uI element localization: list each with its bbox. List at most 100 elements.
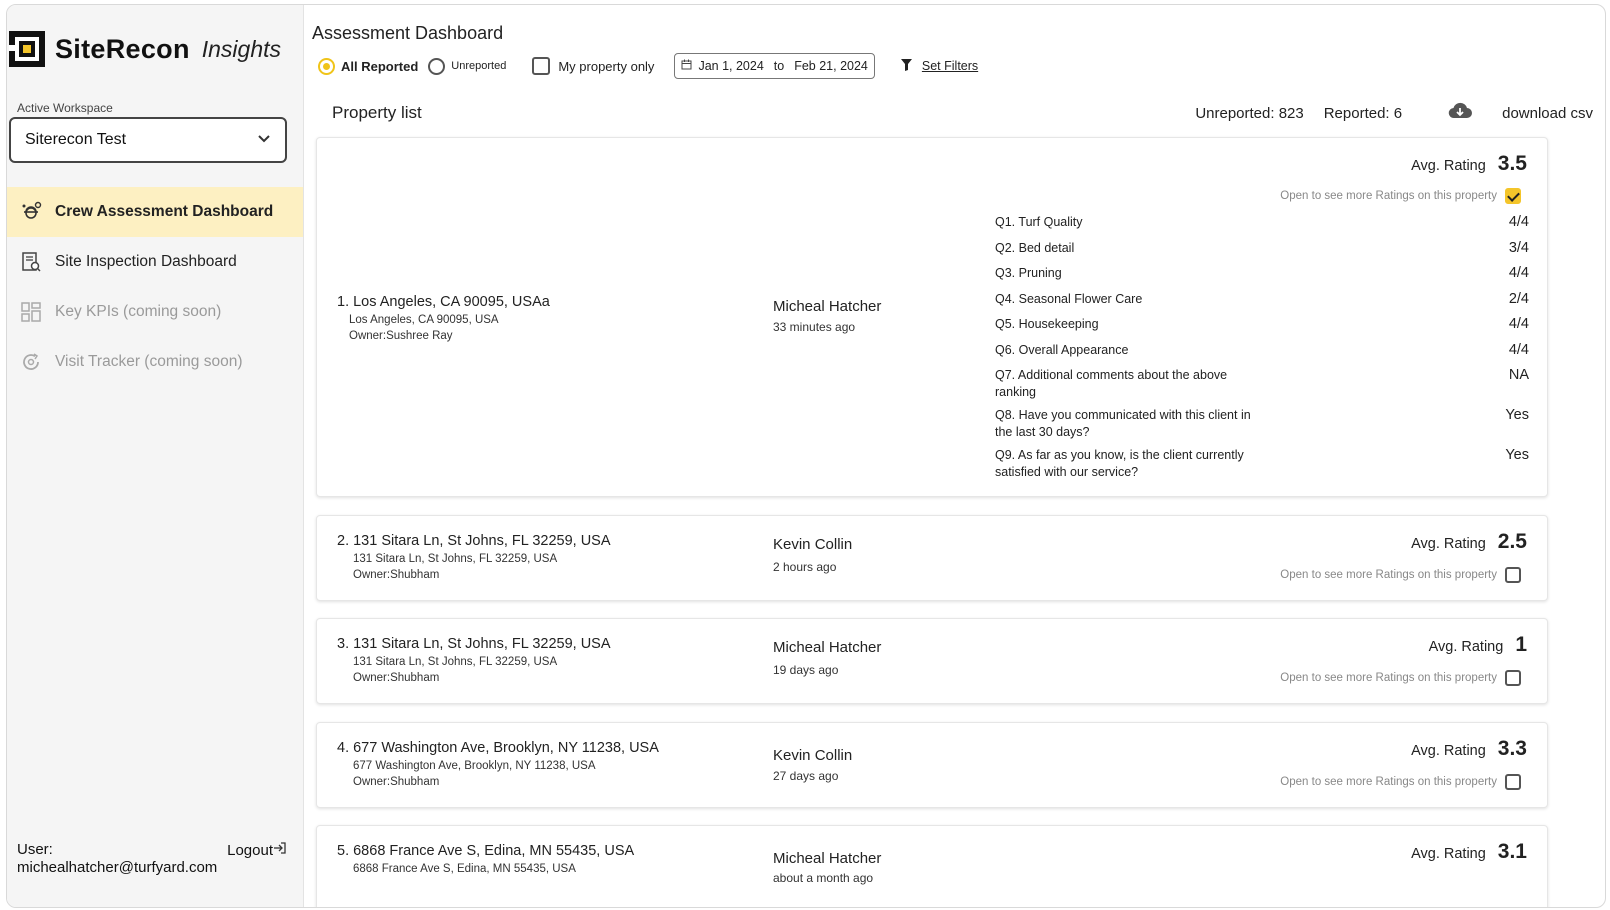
property-card[interactable]: 5. 6868 France Ave S, Edina, MN 55435, U… xyxy=(316,825,1548,907)
expand-ratings-checkbox[interactable] xyxy=(1505,567,1521,583)
avg-rating: Avg. Rating 3.1 xyxy=(1411,840,1527,864)
sidebar-item-visit-tracker[interactable]: Visit Tracker (coming soon) xyxy=(7,337,303,387)
set-filters-button[interactable]: Set Filters xyxy=(900,58,979,74)
radio-unreported[interactable] xyxy=(428,57,446,75)
question-row: Q4. Seasonal Flower Care 2/4 xyxy=(995,291,1529,317)
question-score: Yes xyxy=(1505,407,1529,423)
report-counts: Unreported: 823 Reported: 6 download csv xyxy=(1175,102,1593,124)
download-csv-button[interactable]: download csv xyxy=(1428,102,1593,124)
crew-name: Kevin Collin xyxy=(773,747,853,764)
user-email: michealhatcher@turfyard.com xyxy=(17,859,218,876)
expand-ratings-checkbox[interactable] xyxy=(1505,188,1521,204)
open-ratings-label: Open to see more Ratings on this propert… xyxy=(1280,569,1497,581)
property-title: 2. 131 Sitara Ln, St Johns, FL 32259, US… xyxy=(337,533,611,549)
open-ratings-label: Open to see more Ratings on this propert… xyxy=(1280,190,1497,202)
property-card[interactable]: 2. 131 Sitara Ln, St Johns, FL 32259, US… xyxy=(316,515,1548,601)
crew-name: Micheal Hatcher xyxy=(773,639,882,656)
crew-name: Micheal Hatcher xyxy=(773,298,882,315)
avg-rating-label: Avg. Rating xyxy=(1411,158,1486,174)
radio-unreported-label: Unreported xyxy=(451,60,507,72)
sidebar-item-label: Visit Tracker (coming soon) xyxy=(55,353,243,370)
download-csv-label: download csv xyxy=(1502,104,1593,122)
date-from: Jan 1, 2024 xyxy=(698,59,764,73)
avg-rating-label: Avg. Rating xyxy=(1411,536,1486,552)
page-title: Assessment Dashboard xyxy=(312,23,504,43)
question-row: Q9. As far as you know, is the client cu… xyxy=(995,447,1529,487)
property-list-title: Property list xyxy=(332,103,422,122)
avg-rating-value: 2.5 xyxy=(1497,530,1527,553)
avg-rating-value: 3.3 xyxy=(1497,737,1527,760)
brand-name: SiteRecon xyxy=(55,33,190,64)
radio-all-reported[interactable] xyxy=(318,57,335,75)
date-to: Feb 21, 2024 xyxy=(794,59,868,73)
inspection-icon xyxy=(19,250,43,274)
my-property-checkbox[interactable] xyxy=(532,57,551,75)
open-ratings-row: Open to see more Ratings on this propert… xyxy=(1280,567,1521,583)
sidebar-item-label: Site Inspection Dashboard xyxy=(55,253,237,270)
question-list: Q1. Turf Quality 4/4 Q2. Bed detail 3/4 Q3… xyxy=(995,214,1529,487)
siterecon-logo-icon xyxy=(9,31,45,67)
question-score: 2/4 xyxy=(1508,290,1529,307)
avg-rating: Avg. Rating 1 xyxy=(1429,633,1527,657)
property-address: 677 Washington Ave, Brooklyn, NY 11238, … xyxy=(353,760,596,772)
brand-subtitle: Insights xyxy=(201,35,281,62)
open-ratings-label: Open to see more Ratings on this propert… xyxy=(1280,672,1497,684)
open-ratings-row: Open to see more Ratings on this propert… xyxy=(1280,188,1521,204)
property-card[interactable]: 1. Los Angeles, CA 90095, USAa Los Angel… xyxy=(316,137,1548,497)
workspace-select[interactable]: Siterecon Test xyxy=(9,117,287,163)
sidebar-item-key-kpis[interactable]: Key KPIs (coming soon) xyxy=(7,287,303,337)
sidebar: SiteRecon Insights Active Workspace Site… xyxy=(7,5,304,907)
property-title: 1. Los Angeles, CA 90095, USAa xyxy=(337,294,550,310)
question-row: Q7. Additional comments about the above … xyxy=(995,367,1529,407)
logout-button[interactable]: Logout xyxy=(227,841,287,859)
avg-rating-label: Avg. Rating xyxy=(1411,846,1486,862)
assessment-time: 2 hours ago xyxy=(773,560,837,574)
filter-icon xyxy=(900,58,912,74)
question-score: 3/4 xyxy=(1508,239,1529,256)
sidebar-item-site-inspection[interactable]: Site Inspection Dashboard xyxy=(7,237,303,287)
avg-rating-label: Avg. Rating xyxy=(1411,743,1486,759)
my-property-label: My property only xyxy=(558,58,655,74)
question-score: 4/4 xyxy=(1508,265,1529,281)
user-label: User: xyxy=(17,841,53,858)
expand-ratings-checkbox[interactable] xyxy=(1505,670,1521,686)
expand-ratings-checkbox[interactable] xyxy=(1505,774,1521,790)
question-text: Q8. Have you communicated with this clie… xyxy=(995,408,1251,439)
assessment-time: 27 days ago xyxy=(773,769,839,783)
logout-label: Logout xyxy=(227,841,273,859)
unreported-count: Unreported: 823 xyxy=(1195,104,1304,122)
question-row: Q3. Pruning 4/4 xyxy=(995,265,1529,291)
crew-icon xyxy=(19,200,43,224)
sidebar-item-crew-assessment[interactable]: Crew Assessment Dashboard xyxy=(7,187,303,237)
question-row: Q6. Overall Appearance 4/4 xyxy=(995,342,1529,368)
date-to-label: to xyxy=(773,59,785,73)
assessment-time: about a month ago xyxy=(773,871,874,885)
filter-bar: All Reported Unreported My property only… xyxy=(318,53,978,79)
assessment-time: 33 minutes ago xyxy=(773,320,856,334)
sidebar-nav: Crew Assessment Dashboard Site Inspectio… xyxy=(7,187,303,387)
question-text: Q1. Turf Quality xyxy=(995,215,1083,229)
avg-rating-value: 3.1 xyxy=(1497,840,1527,863)
question-text: Q5. Housekeeping xyxy=(995,317,1099,331)
avg-rating-label: Avg. Rating xyxy=(1428,639,1504,655)
crew-name: Kevin Collin xyxy=(773,536,853,553)
radio-all-reported-label: All Reported xyxy=(341,58,419,74)
question-row: Q2. Bed detail 3/4 xyxy=(995,240,1529,266)
app-window: SiteRecon Insights Active Workspace Site… xyxy=(6,4,1606,908)
question-text: Q7. Additional comments about the above … xyxy=(995,368,1228,399)
property-card[interactable]: 3. 131 Sitara Ln, St Johns, FL 32259, US… xyxy=(316,618,1548,704)
question-row: Q1. Turf Quality 4/4 xyxy=(995,214,1529,240)
avg-rating: Avg. Rating 3.5 xyxy=(1411,152,1527,176)
avg-rating: Avg. Rating 2.5 xyxy=(1411,530,1527,554)
property-address: Los Angeles, CA 90095, USA xyxy=(349,314,499,326)
question-score: 4/4 xyxy=(1508,214,1529,230)
set-filters-label: Set Filters xyxy=(921,59,979,73)
sidebar-item-label: Crew Assessment Dashboard xyxy=(55,203,274,220)
property-owner: Owner:Sushree Ray xyxy=(349,330,453,342)
cloud-download-icon xyxy=(1448,102,1473,124)
logout-icon xyxy=(273,841,287,859)
property-address: 6868 France Ave S, Edina, MN 55435, USA xyxy=(353,863,576,875)
date-range-picker[interactable]: Jan 1, 2024 to Feb 21, 2024 xyxy=(674,53,875,79)
reported-count: Reported: 6 xyxy=(1323,104,1403,122)
property-card[interactable]: 4. 677 Washington Ave, Brooklyn, NY 1123… xyxy=(316,722,1548,808)
